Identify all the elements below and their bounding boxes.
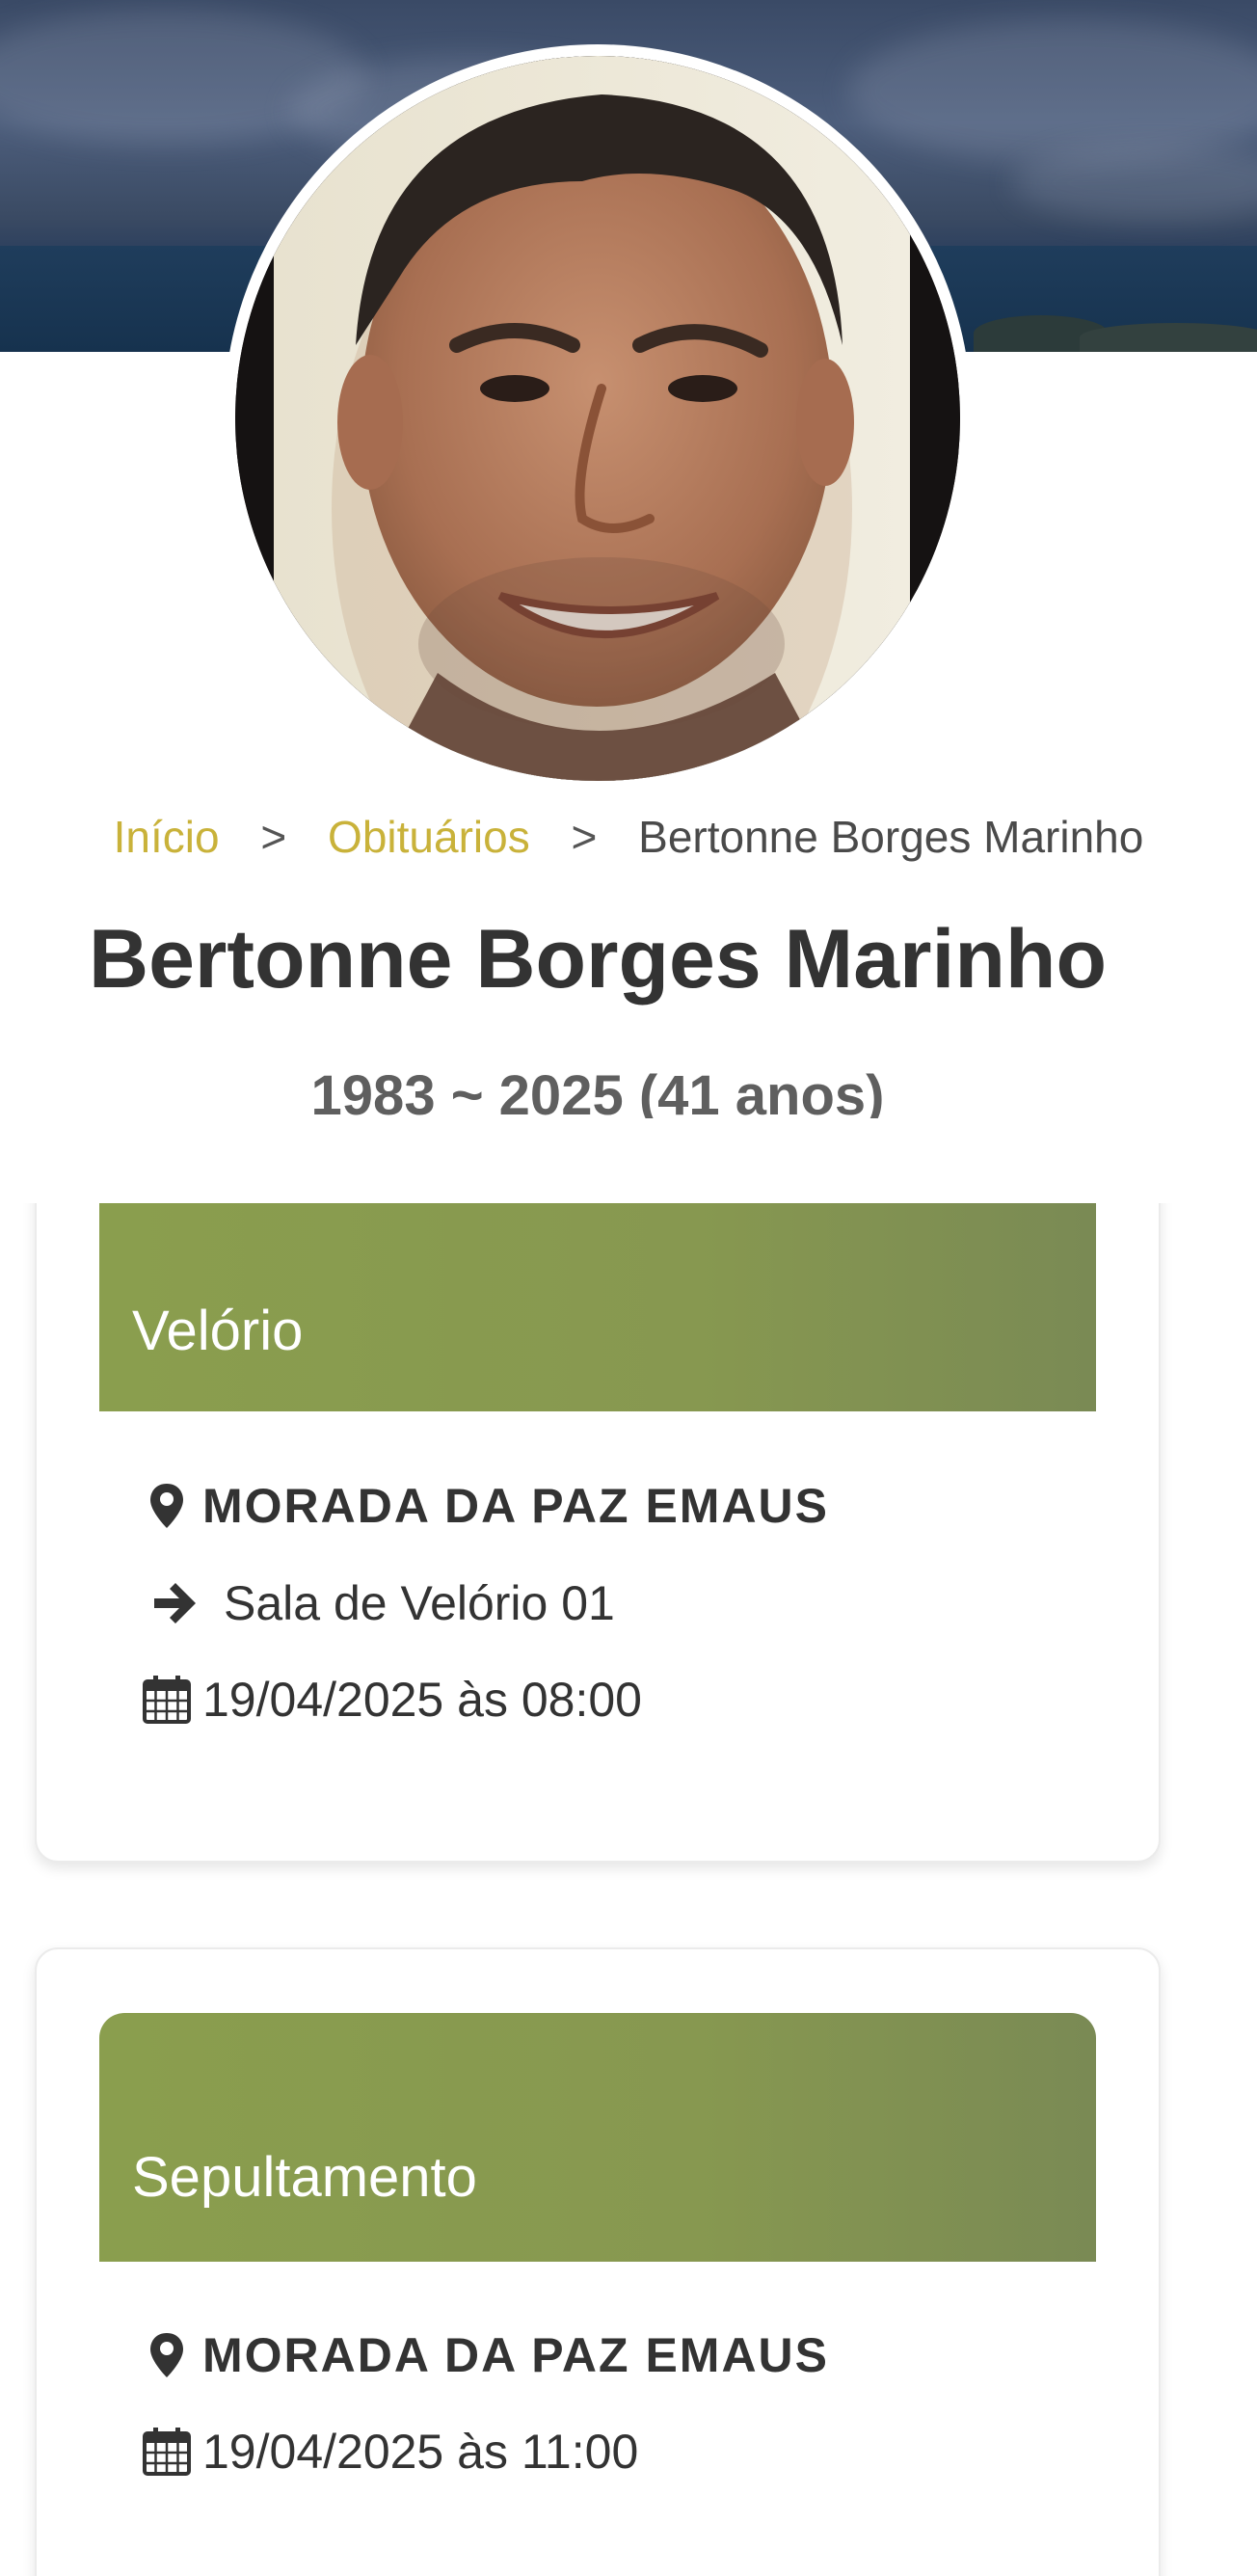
arrow-right-icon: [148, 1577, 201, 1629]
avatar: [235, 56, 960, 781]
event-room-row: Sala de Velório 01: [148, 1575, 615, 1631]
event-datetime: 19/04/2025 às 08:00: [202, 1673, 642, 1727]
event-location-row: MORADA DA PAZ EMAUS: [141, 2327, 829, 2383]
event-location: MORADA DA PAZ EMAUS: [202, 2328, 830, 2382]
map-pin-icon: [141, 1480, 193, 1532]
map-pin-icon: [141, 2329, 193, 2381]
event-location: MORADA DA PAZ EMAUS: [202, 1479, 830, 1533]
page-title: Bertonne Borges Marinho: [89, 913, 1107, 1006]
breadcrumb: Início > Obituários > Bertonne Borges Ma…: [0, 808, 1257, 866]
person-photo-icon: [235, 56, 960, 781]
event-date-row: 19/04/2025 às 08:00: [141, 1672, 642, 1728]
calendar-icon: [141, 2426, 193, 2478]
event-header-burial: Sepultamento: [99, 2013, 1096, 2262]
event-datetime: 19/04/2025 às 11:00: [202, 2425, 639, 2479]
event-room: Sala de Velório 01: [224, 1576, 615, 1630]
breadcrumb-current: Bertonne Borges Marinho: [638, 812, 1144, 862]
breadcrumb-separator: >: [260, 812, 287, 862]
breadcrumb-separator: >: [571, 812, 598, 862]
event-title: Sepultamento: [132, 2146, 477, 2209]
event-header-wake: Velório: [99, 1203, 1096, 1411]
breadcrumb-home-link[interactable]: Início: [114, 812, 220, 862]
breadcrumb-obituaries-link[interactable]: Obituários: [328, 812, 530, 862]
event-date-row: 19/04/2025 às 11:00: [141, 2424, 638, 2480]
calendar-icon: [141, 1674, 193, 1726]
event-title: Velório: [132, 1300, 304, 1362]
event-location-row: MORADA DA PAZ EMAUS: [141, 1478, 829, 1534]
